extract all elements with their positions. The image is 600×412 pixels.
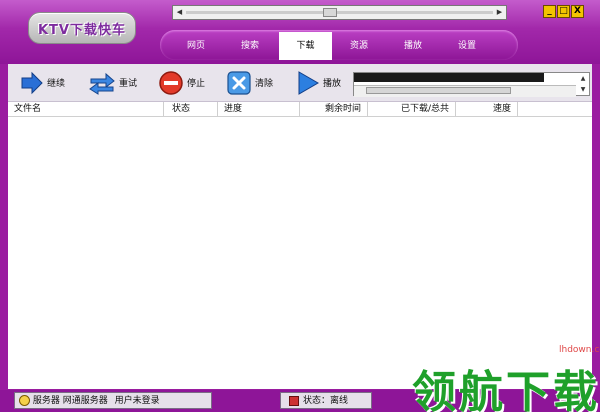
offline-icon: [289, 396, 299, 406]
scroll-right-icon[interactable]: ▶: [493, 6, 506, 19]
column-filename[interactable]: 文件名: [8, 102, 164, 116]
status-connection-panel: 状态：离线: [280, 392, 372, 409]
scroll-up-icon[interactable]: ▲: [577, 73, 589, 84]
scroll-track: [186, 11, 493, 14]
stop-button[interactable]: 停止: [158, 64, 205, 101]
toolbar-scroll-panel[interactable]: ▲ ▼: [353, 72, 590, 97]
window-controls: _ □ X: [543, 5, 584, 18]
logo-text: KTV下载快车: [37, 22, 126, 38]
tab-download[interactable]: 下载: [279, 32, 332, 60]
minimize-button[interactable]: _: [543, 5, 556, 18]
scroll-left-icon[interactable]: ◀: [173, 6, 186, 19]
title-bar: KTV下载快车 ◀ ▶ _ □ X 网页 搜索 下载 资源 播放 设置: [0, 0, 600, 64]
clear-button[interactable]: 清除: [226, 64, 273, 101]
play-icon: [298, 70, 319, 95]
column-remaining-time[interactable]: 剩余时间: [300, 102, 368, 116]
download-list-header: 文件名 状态 进度 剩余时间 已下载/总共 速度: [8, 102, 592, 117]
status-server-panel: 服务器 网通服务器 用户未登录: [14, 392, 212, 409]
tab-settings[interactable]: 设置: [443, 32, 491, 60]
arrow-right-icon: [21, 71, 43, 94]
address-scrollbar[interactable]: ◀ ▶: [172, 5, 507, 20]
horizontal-scroll-thumb[interactable]: [366, 87, 511, 94]
status-state: 状态：离线: [303, 396, 349, 406]
stop-label: 停止: [187, 79, 206, 89]
server-icon: [19, 395, 30, 406]
close-button[interactable]: X: [571, 5, 584, 18]
retry-button[interactable]: 重试: [88, 64, 137, 101]
retry-label: 重试: [119, 79, 138, 89]
download-list[interactable]: [8, 117, 592, 389]
column-downloaded-total[interactable]: 已下载/总共: [368, 102, 456, 116]
app-window: KTV下载快车 ◀ ▶ _ □ X 网页 搜索 下载 资源 播放 设置 继续 重…: [0, 0, 600, 412]
play-label: 播放: [323, 79, 342, 89]
clear-label: 清除: [255, 79, 274, 89]
scroll-thumb[interactable]: [323, 8, 337, 17]
continue-button[interactable]: 继续: [20, 64, 65, 101]
status-login: 用户未登录: [114, 396, 160, 406]
tab-play[interactable]: 播放: [389, 32, 437, 60]
column-progress[interactable]: 进度: [218, 102, 300, 116]
tab-web[interactable]: 网页: [172, 32, 220, 60]
tab-resources[interactable]: 资源: [335, 32, 383, 60]
refresh-icon: [89, 72, 115, 95]
column-status[interactable]: 状态: [164, 102, 218, 116]
play-button[interactable]: 播放: [296, 64, 341, 101]
continue-label: 继续: [47, 79, 66, 89]
app-logo: KTV下载快车: [28, 12, 136, 44]
clear-icon: [227, 70, 251, 95]
maximize-button[interactable]: □: [557, 5, 570, 18]
stop-icon: [159, 70, 183, 95]
column-speed[interactable]: 速度: [456, 102, 518, 116]
status-server: 服务器 网通服务器: [32, 396, 108, 406]
status-bar: 服务器 网通服务器 用户未登录 状态：离线: [0, 390, 600, 412]
scroll-down-icon[interactable]: ▼: [577, 84, 589, 95]
tab-search[interactable]: 搜索: [226, 32, 274, 60]
marquee-strip: [354, 73, 544, 82]
